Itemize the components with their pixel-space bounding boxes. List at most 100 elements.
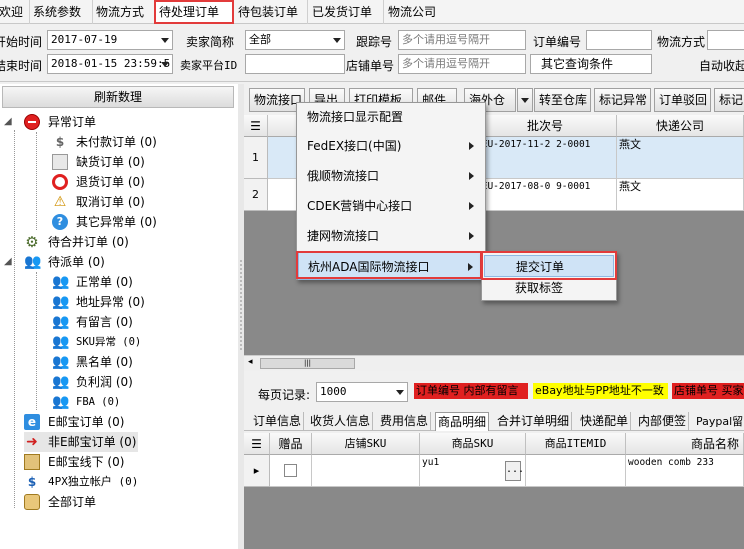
return-icon [52,174,68,190]
tab-express-match[interactable]: 快递配单 [578,412,632,431]
tab-internal-notes[interactable]: 内部便签 [636,412,690,431]
menu-item-fedex[interactable]: FedEX接口(中国) [298,132,484,160]
chevron-down-icon [161,38,169,43]
other-query-button[interactable]: 其它查询条件 [530,54,652,74]
column-header-itemid[interactable]: 商品ITEMID [526,433,626,455]
horizontal-scrollbar[interactable]: ◂ ||| [244,355,744,371]
submenu-arrow-icon [468,263,473,271]
refresh-button[interactable]: 刷新数理 [2,86,234,108]
menu-item-get-label[interactable]: 获取标签 [484,277,614,299]
tab-to-pack-orders[interactable]: 待包装订单 [235,0,308,24]
mark-exception-button[interactable]: 标记异常 [594,88,651,112]
scroll-left-icon[interactable]: ◂ [248,357,253,367]
tree-connector [36,272,37,410]
column-header-sku[interactable]: 商品SKU [420,433,526,455]
tab-logistics-methods[interactable]: 物流方式 [93,0,155,24]
tab-order-info[interactable]: 订单信息 [251,412,305,431]
order-no-input[interactable] [586,30,652,50]
box-icon [52,154,68,170]
logistics-interface-menu: 物流接口显示配置 FedEX接口(中国) 俄顺物流接口 CDEK营销中心接口 捷… [296,102,486,280]
user-icon: 👥 [52,374,70,390]
sku-cell: yu1 ... [420,455,526,487]
tab-shipped-orders[interactable]: 已发货订单 [309,0,384,24]
chevron-down-icon [396,390,404,395]
menu-item-cdek[interactable]: CDEK营销中心接口 [298,192,484,220]
reject-order-button[interactable]: 订单驳回 [654,88,711,112]
tree-item-non-epacket-orders[interactable]: ➜ 非E邮宝订单 (0) [24,432,138,452]
user-icon: 👥 [52,354,70,370]
tab-merged-order-details[interactable]: 合并订单明细 [495,412,573,431]
tab-fee-info[interactable]: 费用信息 [378,412,432,431]
tab-system-params[interactable]: 系统参数 [30,0,93,24]
tab-paypal-message[interactable]: Paypal留 [694,412,744,431]
menu-item-submit-order[interactable]: 提交订单 [484,255,614,277]
overseas-warehouse-dropdown[interactable] [517,88,533,112]
gift-checkbox[interactable] [284,464,297,477]
sku-picker-button[interactable]: ... [505,461,524,481]
gear-icon: ⚙ [25,233,39,251]
tab-receiver-info[interactable]: 收货人信息 [308,412,374,431]
platform-id-input[interactable] [245,54,345,74]
tree-connector [14,130,15,508]
tab-welcome[interactable]: 欢迎 [0,0,30,24]
column-header-batch[interactable]: 批次号 [474,115,617,137]
tree-expander-icon[interactable]: ◢ [4,252,12,272]
itemid-cell [526,455,626,487]
dollar-icon: $ [27,475,37,489]
legend-badge-message: 订单编号 内部有留言 [414,383,528,399]
tracking-input[interactable]: 多个请用逗号隔开 [398,30,526,50]
gift-cell [270,455,312,487]
sku-value: yu1 [422,457,440,468]
row-indicator-icon: ▸ [244,455,270,487]
submenu-arrow-icon [469,232,474,240]
user-icon: 👥 [52,274,70,290]
menu-item-hangzhou-ada[interactable]: 杭州ADA国际物流接口 [298,252,484,280]
seller-abbr-label: 卖家简称 [186,35,235,49]
column-header-gift[interactable]: 赠品 [270,433,312,455]
arrow-right-icon: ➜ [26,434,38,450]
scrollbar-thumb[interactable]: ||| [260,358,355,369]
tree-connector [36,132,37,230]
column-header-product-name[interactable]: 商品名称 [626,433,744,455]
submenu-arrow-icon [469,202,474,210]
pager-bar: 每页记录: 1000 订单编号 内部有留言 eBay地址与PP地址不一致 店铺单… [244,377,744,407]
hangzhou-ada-submenu: 提交订单 获取标签 [481,251,617,301]
row-number: 2 [244,179,268,211]
product-name-cell: wooden comb 233 [626,455,744,487]
main-tab-bar: 欢迎 系统参数 物流方式 待处理订单 待包装订单 已发货订单 物流公司 [0,0,744,24]
menu-item-russia-logistics[interactable]: 俄顺物流接口 [298,162,484,190]
box-icon [24,454,40,470]
chevron-down-icon [333,38,341,43]
shop-order-input[interactable]: 多个请用逗号隔开 [398,54,526,74]
submenu-arrow-icon [469,172,474,180]
tab-logistics-companies[interactable]: 物流公司 [385,0,447,24]
grid-menu-icon[interactable]: ☰ [244,115,268,137]
column-header-express[interactable]: 快递公司 [617,115,744,137]
tab-product-details[interactable]: 商品明细 [435,412,490,431]
legend-badge-address-mismatch: eBay地址与PP地址不一致 [533,383,668,399]
records-per-page-select[interactable]: 1000 [316,382,408,402]
seller-abbr-select[interactable]: 全部 [245,30,345,50]
express-cell: 燕文 [617,179,744,211]
mark-button[interactable]: 标记 [714,88,744,112]
filter-panel: 开始时间 2017-07-19 结束时间 2018-01-15 23:59:5 … [0,24,744,82]
grid-menu-icon[interactable]: ☰ [244,433,270,455]
menu-item-jieweb[interactable]: 捷网物流接口 [298,222,484,250]
dollar-icon: $ [55,135,65,149]
menu-item-display-config[interactable]: 物流接口显示配置 [298,103,484,131]
row-number: 1 [244,137,268,179]
logistics-method-select[interactable] [707,30,744,50]
end-time-field[interactable]: 2018-01-15 23:59:5 [47,54,173,74]
tree-expander-icon[interactable]: ◢ [4,112,12,132]
package-icon [24,494,40,510]
order-no-label: 订单编号 [533,35,582,49]
auto-collapse-toggle[interactable]: 自动收起 [699,57,744,74]
move-to-warehouse-button[interactable]: 转至仓库 [534,88,591,112]
stop-icon [24,114,40,130]
start-time-label: 开始时间 [0,35,43,49]
warning-icon: ⚠ [53,194,67,210]
column-header-shop-sku[interactable]: 店铺SKU [312,433,420,455]
chevron-down-icon [161,62,169,67]
start-time-field[interactable]: 2017-07-19 [47,30,173,50]
tab-pending-orders[interactable]: 待处理订单 [154,0,234,24]
